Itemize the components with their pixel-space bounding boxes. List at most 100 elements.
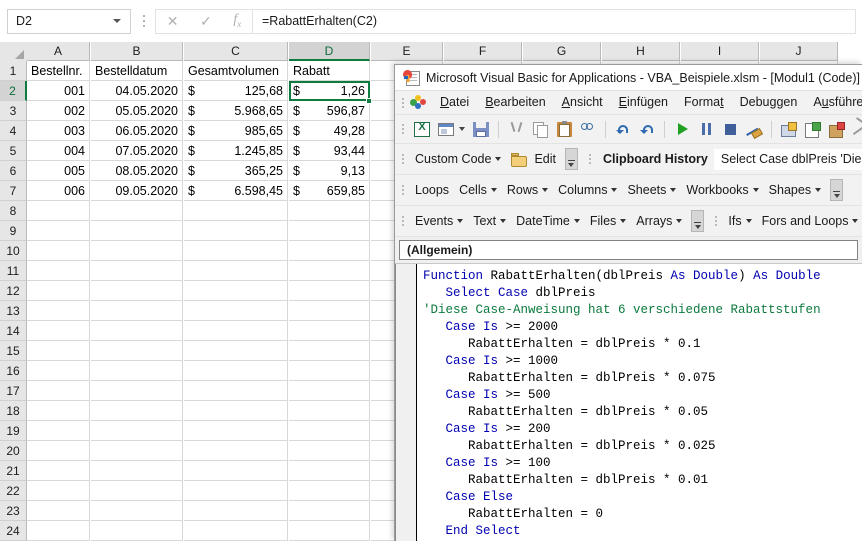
cell-B16[interactable]: [91, 361, 183, 381]
object-dropdown[interactable]: (Allgemein): [399, 240, 858, 260]
toolbar-menu-rows[interactable]: Rows: [502, 175, 553, 205]
chevron-down-icon[interactable]: [113, 19, 121, 23]
cell-D8[interactable]: [289, 201, 370, 221]
row-header-21[interactable]: 21: [0, 461, 27, 481]
cell-D5[interactable]: $93,44: [289, 141, 370, 161]
cell-C20[interactable]: [184, 441, 288, 461]
cell-C17[interactable]: [184, 381, 288, 401]
cell-A18[interactable]: [27, 401, 90, 421]
cell-B24[interactable]: [91, 521, 183, 541]
cell-A6[interactable]: 005: [27, 161, 90, 181]
cell-B9[interactable]: [91, 221, 183, 241]
cell-C11[interactable]: [184, 261, 288, 281]
cell-D23[interactable]: [289, 501, 370, 521]
column-header-b[interactable]: B: [91, 42, 183, 61]
cell-A16[interactable]: [27, 361, 90, 381]
row-header-15[interactable]: 15: [0, 341, 27, 361]
menu-grip[interactable]: [399, 94, 407, 111]
row-header-10[interactable]: 10: [0, 241, 27, 261]
row-header-9[interactable]: 9: [0, 221, 27, 241]
edit-button[interactable]: Edit: [506, 144, 561, 174]
cell-C19[interactable]: [184, 421, 288, 441]
column-header-e[interactable]: E: [371, 42, 443, 61]
cell-D16[interactable]: [289, 361, 370, 381]
cell-C8[interactable]: [184, 201, 288, 221]
cell-A11[interactable]: [27, 261, 90, 281]
cell-A8[interactable]: [27, 201, 90, 221]
cell-D7[interactable]: $659,85: [289, 181, 370, 201]
cell-A22[interactable]: [27, 481, 90, 501]
row-header-14[interactable]: 14: [0, 321, 27, 341]
cell-C23[interactable]: [184, 501, 288, 521]
clipboard-history-item[interactable]: Select Case dblPreis 'Diese C: [713, 148, 862, 170]
row-header-20[interactable]: 20: [0, 441, 27, 461]
cell-B10[interactable]: [91, 241, 183, 261]
properties-window-icon[interactable]: [802, 119, 824, 140]
cell-D1[interactable]: Rabatt: [289, 61, 370, 81]
cell-A17[interactable]: [27, 381, 90, 401]
cell-B3[interactable]: 05.05.2020: [91, 101, 183, 121]
userform-icon[interactable]: [435, 119, 457, 140]
find-icon[interactable]: [577, 119, 599, 140]
cell-A14[interactable]: [27, 321, 90, 341]
cell-C2[interactable]: $125,68: [184, 81, 288, 101]
cell-B2[interactable]: 04.05.2020: [91, 81, 183, 101]
row-header-19[interactable]: 19: [0, 421, 27, 441]
cell-B17[interactable]: [91, 381, 183, 401]
cell-B12[interactable]: [91, 281, 183, 301]
cell-B20[interactable]: [91, 441, 183, 461]
cell-B5[interactable]: 07.05.2020: [91, 141, 183, 161]
toolbar-menu-datetime[interactable]: DateTime: [511, 206, 585, 236]
column-header-g[interactable]: G: [523, 42, 601, 61]
cancel-icon[interactable]: ✕: [167, 14, 179, 28]
cell-B15[interactable]: [91, 341, 183, 361]
row-header-12[interactable]: 12: [0, 281, 27, 301]
fill-handle[interactable]: [366, 98, 372, 104]
cell-C15[interactable]: [184, 341, 288, 361]
menu-item-datei[interactable]: Datei: [432, 91, 477, 114]
excel-view-icon[interactable]: [411, 119, 433, 140]
cell-B14[interactable]: [91, 321, 183, 341]
cell-A5[interactable]: 004: [27, 141, 90, 161]
cell-D18[interactable]: [289, 401, 370, 421]
clipboard-grip[interactable]: [586, 151, 594, 168]
cell-D4[interactable]: $49,28: [289, 121, 370, 141]
row-header-2[interactable]: 2: [0, 81, 27, 101]
column-header-f[interactable]: F: [444, 42, 522, 61]
cell-D22[interactable]: [289, 481, 370, 501]
loops-toolbar-overflow-button[interactable]: [830, 179, 844, 201]
cell-D3[interactable]: $596,87: [289, 101, 370, 121]
row-header-4[interactable]: 4: [0, 121, 27, 141]
toolbox-icon[interactable]: [850, 119, 862, 140]
cell-A20[interactable]: [27, 441, 90, 461]
fx-icon[interactable]: fx: [233, 13, 241, 29]
cell-A1[interactable]: Bestellnr.: [27, 61, 90, 81]
cell-C22[interactable]: [184, 481, 288, 501]
cell-D20[interactable]: [289, 441, 370, 461]
row-header-16[interactable]: 16: [0, 361, 27, 381]
toolbar-menu-workbooks[interactable]: Workbooks: [681, 175, 763, 205]
code-pane[interactable]: Function RabattErhalten(dblPreis As Doub…: [395, 264, 862, 541]
row-header-18[interactable]: 18: [0, 401, 27, 421]
cell-B22[interactable]: [91, 481, 183, 501]
cell-B4[interactable]: 06.05.2020: [91, 121, 183, 141]
custom-code-menu[interactable]: Custom Code: [410, 144, 506, 174]
toolbar-menu-columns[interactable]: Columns: [553, 175, 622, 205]
cell-D14[interactable]: [289, 321, 370, 341]
row-header-11[interactable]: 11: [0, 261, 27, 281]
events-toolbar-grip[interactable]: [399, 213, 407, 230]
cell-C24[interactable]: [184, 521, 288, 541]
cell-B13[interactable]: [91, 301, 183, 321]
cell-C10[interactable]: [184, 241, 288, 261]
row-header-6[interactable]: 6: [0, 161, 27, 181]
row-header-13[interactable]: 13: [0, 301, 27, 321]
cell-C18[interactable]: [184, 401, 288, 421]
cell-D24[interactable]: [289, 521, 370, 541]
redo-icon[interactable]: [636, 119, 658, 140]
cell-D2[interactable]: $1,26: [289, 81, 370, 101]
object-browser-icon[interactable]: [826, 119, 848, 140]
cell-D10[interactable]: [289, 241, 370, 261]
cell-A12[interactable]: [27, 281, 90, 301]
cell-A3[interactable]: 002: [27, 101, 90, 121]
project-explorer-icon[interactable]: [778, 119, 800, 140]
